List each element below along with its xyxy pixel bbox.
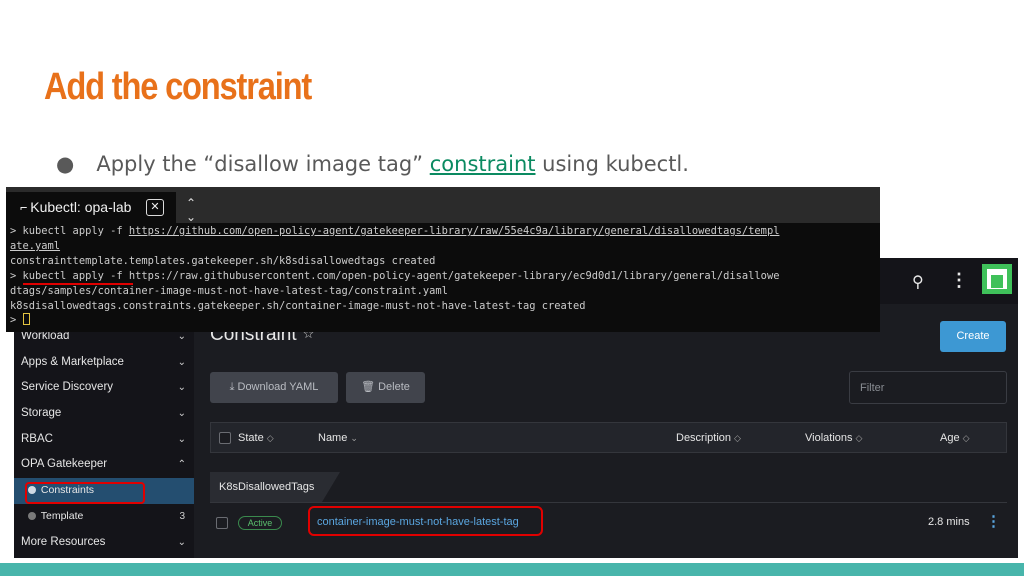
powershell-icon: ⌐ <box>20 201 28 215</box>
column-header-age[interactable]: Age ◇ <box>940 423 970 453</box>
chevron-updown-icon[interactable]: ⌃ ⌄ <box>186 196 196 224</box>
sort-icon: ◇ <box>266 433 274 443</box>
column-label: Violations <box>805 432 853 444</box>
terminal-prompt: > <box>10 314 23 327</box>
bullet-text: ● Apply the “disallow image tag” constrai… <box>56 152 689 176</box>
column-header-name[interactable]: Name ⌄ <box>318 423 358 453</box>
bullet-text-after: using kubectl. <box>535 152 689 176</box>
table-row[interactable]: Active container-image-must-not-have-lat… <box>210 506 1007 542</box>
cursor-icon <box>22 313 30 326</box>
group-row: K8sDisallowedTags <box>210 454 1007 504</box>
sidebar: Workload ⌄ Apps & Marketplace ⌄ Service … <box>14 324 194 558</box>
bullet-text-before: Apply the “disallow image tag” <box>96 152 430 176</box>
column-header-state[interactable]: State ◇ <box>238 423 274 453</box>
delete-button[interactable]: 🗑 Delete <box>346 372 425 403</box>
sidebar-item-label: Service Discovery <box>21 381 114 394</box>
column-label: Age <box>940 432 960 444</box>
terminal-line: constrainttemplate.templates.gatekeeper.… <box>10 254 436 267</box>
chevron-down-icon: ⌄ <box>177 356 186 368</box>
column-label: Name <box>318 432 348 444</box>
sidebar-item-label: More Resources <box>21 535 106 548</box>
terminal-link[interactable]: ate.yaml <box>10 240 60 252</box>
row-actions-icon[interactable]: ⋮ <box>986 512 1001 530</box>
chevron-up-icon: ⌃ <box>177 459 186 471</box>
bullet-dot-icon: ● <box>56 152 75 176</box>
close-icon[interactable]: ✕ <box>146 199 164 216</box>
row-age: 2.8 mins <box>928 516 970 528</box>
sidebar-item-label: Template <box>40 509 84 522</box>
terminal-tab-label: Kubectl: opa-lab <box>30 199 132 215</box>
terminal-line: k8sdisallowedtags.constraints.gatekeeper… <box>10 299 586 312</box>
row-highlight-box <box>308 506 543 536</box>
constraints-highlight-box <box>25 482 145 504</box>
constraint-link[interactable]: constraint <box>430 152 536 176</box>
sidebar-item-opa-gatekeeper[interactable]: OPA Gatekeeper ⌃ <box>14 452 194 478</box>
sidebar-item-service-discovery[interactable]: Service Discovery ⌄ <box>14 375 194 401</box>
sidebar-item-more-resources[interactable]: More Resources ⌄ <box>14 530 194 556</box>
sidebar-item-apps-marketplace[interactable]: Apps & Marketplace ⌄ <box>14 350 194 376</box>
sidebar-item-label: Storage <box>21 407 62 420</box>
column-header-violations[interactable]: Violations ◇ <box>805 423 862 453</box>
terminal-line: > kubectl apply -f https://github.com/op… <box>10 225 779 237</box>
sidebar-item-template[interactable]: Template 3 <box>14 504 194 530</box>
sort-icon: ◇ <box>855 433 863 443</box>
sort-icon: ◇ <box>962 433 970 443</box>
group-label: K8sDisallowedTags <box>210 472 340 502</box>
sidebar-item-count: 3 <box>179 510 185 522</box>
column-header-description[interactable]: Description ◇ <box>676 423 741 453</box>
sidebar-item-storage[interactable]: Storage ⌄ <box>14 401 194 427</box>
column-label: Description <box>676 432 732 444</box>
chevron-down-icon: ⌄ <box>177 536 186 548</box>
sort-icon: ◇ <box>734 433 741 443</box>
sort-icon: ⌄ <box>350 433 358 443</box>
sidebar-item-label: RBAC <box>21 432 53 445</box>
create-button[interactable]: Create <box>940 321 1006 352</box>
filter-input[interactable] <box>849 371 1007 404</box>
status-dot-icon <box>28 511 36 520</box>
terminal-text: > kubectl apply -f <box>10 225 129 237</box>
terminal-output[interactable]: > kubectl apply -f https://github.com/op… <box>10 224 880 328</box>
select-all-checkbox[interactable] <box>219 432 231 444</box>
terminal-tab-bar: ⌐ Kubectl: opa-lab ✕ ⌃ ⌄ <box>6 187 880 224</box>
terminal-line: > kubectl apply -f https://raw.githubuse… <box>10 269 780 282</box>
terminal-window: ⌐ Kubectl: opa-lab ✕ ⌃ ⌄ > kubectl apply -… <box>6 187 880 332</box>
sidebar-item-rbac[interactable]: RBAC ⌄ <box>14 427 194 453</box>
chevron-down-icon: ⌄ <box>177 433 186 445</box>
terminal-link[interactable]: https://github.com/open-policy-agent/gat… <box>129 225 780 237</box>
column-label: State <box>238 432 264 444</box>
table-header: State ◇ Name ⌄ Description ◇ Violations ◇ Ag… <box>210 422 1007 453</box>
sidebar-item-label: OPA Gatekeeper <box>21 458 108 471</box>
slide-title: Add the constraint <box>44 66 312 108</box>
chevron-down-icon: ⌄ <box>177 382 186 394</box>
terminal-line: ate.yaml <box>10 240 60 252</box>
download-yaml-button[interactable]: ⤓ Download YAML <box>210 372 338 403</box>
chevron-down-icon: ⌄ <box>177 408 186 420</box>
terminal-line: dtags/samples/container-image-must-not-h… <box>10 284 448 297</box>
terminal-tab[interactable]: ⌐ Kubectl: opa-lab ✕ <box>6 192 176 223</box>
row-checkbox[interactable] <box>216 517 228 529</box>
bottom-accent-bar <box>0 563 1024 576</box>
command-underline <box>23 283 133 285</box>
sidebar-item-label: Apps & Marketplace <box>21 355 124 368</box>
divider <box>210 502 1007 503</box>
status-badge: Active <box>238 516 282 530</box>
